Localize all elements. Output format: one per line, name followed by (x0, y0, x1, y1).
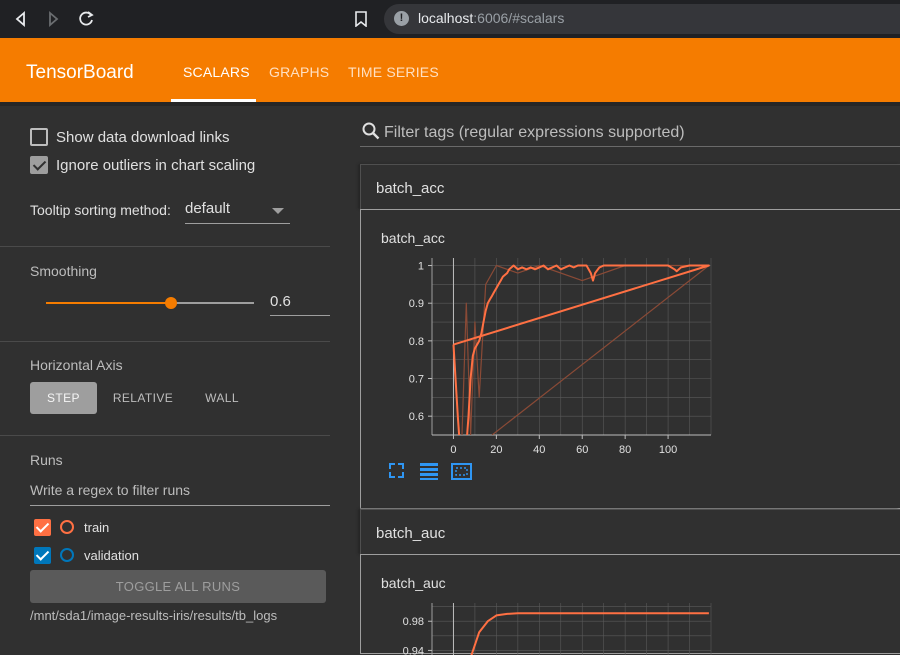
tab-graphs[interactable]: GRAPHS (269, 64, 329, 80)
group-header-batch-auc[interactable]: batch_auc (360, 509, 900, 554)
series-line-train (452, 264, 710, 435)
ignore-outliers-label[interactable]: Ignore outliers in chart scaling (56, 157, 255, 174)
fit-domain-icon[interactable] (451, 463, 472, 480)
smoothing-value-input[interactable]: 0.6 (270, 293, 330, 316)
bookmark-icon[interactable] (355, 11, 367, 28)
x-tick-label: 80 (619, 444, 631, 456)
x-tick-label: 40 (533, 444, 545, 456)
show-download-links-checkbox[interactable] (30, 128, 48, 146)
series-line-train-raw- (461, 264, 709, 435)
brand-title: TensorBoard (26, 62, 134, 83)
data-list-icon[interactable] (420, 463, 438, 480)
smoothing-slider-fill (46, 302, 171, 304)
app-header: TensorBoard SCALARS GRAPHS TIME SERIES (0, 38, 900, 102)
x-tick-label: 60 (576, 444, 588, 456)
y-tick-label: 0.98 (403, 616, 424, 628)
logdir-path: /mnt/sda1/image-results-iris/results/tb_… (30, 608, 278, 623)
sidebar: Show data download links Ignore outliers… (0, 106, 330, 648)
tag-filter-bar[interactable]: Filter tags (regular expressions support… (360, 112, 900, 147)
run-train-color-icon[interactable] (60, 520, 74, 534)
chevron-down-icon[interactable] (272, 208, 284, 214)
browser-toolbar: ! localhost:6006/#scalars (0, 0, 900, 38)
divider (0, 341, 330, 342)
tag-filter-input[interactable]: Filter tags (regular expressions support… (384, 124, 685, 142)
runs-regex-input[interactable]: Write a regex to filter runs (30, 482, 330, 506)
tab-time-series[interactable]: TIME SERIES (348, 64, 439, 80)
reload-icon[interactable] (75, 8, 97, 30)
chart-title: batch_acc (381, 230, 445, 246)
x-tick-label: 20 (490, 444, 502, 456)
y-tick-label: 0.94 (403, 645, 424, 655)
chart-title: batch_auc (381, 575, 446, 591)
info-icon[interactable]: ! (394, 11, 409, 26)
axis-wall-button[interactable]: WALL (195, 382, 249, 414)
batch-acc-chart[interactable]: 0.6 0.7 0.8 0.9 1 0 20 40 60 80 100 (391, 250, 721, 460)
forward-icon[interactable] (42, 8, 64, 30)
card-toolbar-icons (389, 463, 472, 480)
axis-relative-button[interactable]: RELATIVE (105, 382, 181, 414)
run-validation-label: validation (84, 548, 139, 563)
show-download-links-label[interactable]: Show data download links (56, 129, 229, 146)
chart-card-batch-auc: batch_auc 0.94 0.98 (360, 554, 900, 655)
run-validation-checkbox[interactable] (34, 547, 51, 564)
tooltip-sorting-label: Tooltip sorting method: (30, 202, 171, 218)
y-tick-label: 0.6 (409, 411, 424, 423)
y-tick-label: 0.9 (409, 298, 424, 310)
y-tick-label: 0.7 (409, 374, 424, 386)
divider (0, 246, 330, 247)
chart-card-batch-acc: batch_acc 0.6 0.7 0.8 0.9 1 0 20 40 60 80 100 (360, 209, 900, 509)
back-icon[interactable] (10, 8, 32, 30)
smoothing-title: Smoothing (30, 263, 97, 279)
url-text[interactable]: localhost:6006/#scalars (418, 10, 564, 26)
search-icon (362, 122, 380, 140)
run-train-checkbox[interactable] (34, 519, 51, 536)
ignore-outliers-checkbox[interactable] (30, 156, 48, 174)
toggle-all-runs-button[interactable]: TOGGLE ALL RUNS (30, 570, 326, 603)
batch-auc-chart[interactable]: 0.94 0.98 (391, 595, 721, 655)
group-title: batch_acc (376, 180, 445, 197)
axis-step-button[interactable]: STEP (30, 382, 97, 414)
horizontal-axis-title: Horizontal Axis (30, 357, 123, 373)
run-validation-color-icon[interactable] (60, 548, 74, 562)
series-line-train (470, 612, 709, 655)
fullscreen-icon[interactable] (389, 463, 404, 478)
series-line-trend-raw- (491, 265, 710, 435)
group-title: batch_auc (376, 525, 446, 542)
smoothing-slider-thumb[interactable] (164, 297, 177, 309)
group-header-batch-acc[interactable]: batch_acc (360, 164, 900, 209)
divider (0, 435, 330, 436)
x-tick-label: 0 (450, 444, 456, 456)
tab-scalars[interactable]: SCALARS (183, 64, 250, 80)
x-tick-label: 100 (659, 444, 677, 456)
runs-title: Runs (30, 452, 63, 468)
run-train-label: train (84, 520, 110, 535)
y-tick-label: 0.8 (409, 336, 424, 348)
card-toolbar (389, 463, 489, 488)
y-tick-label: 1 (418, 261, 424, 273)
